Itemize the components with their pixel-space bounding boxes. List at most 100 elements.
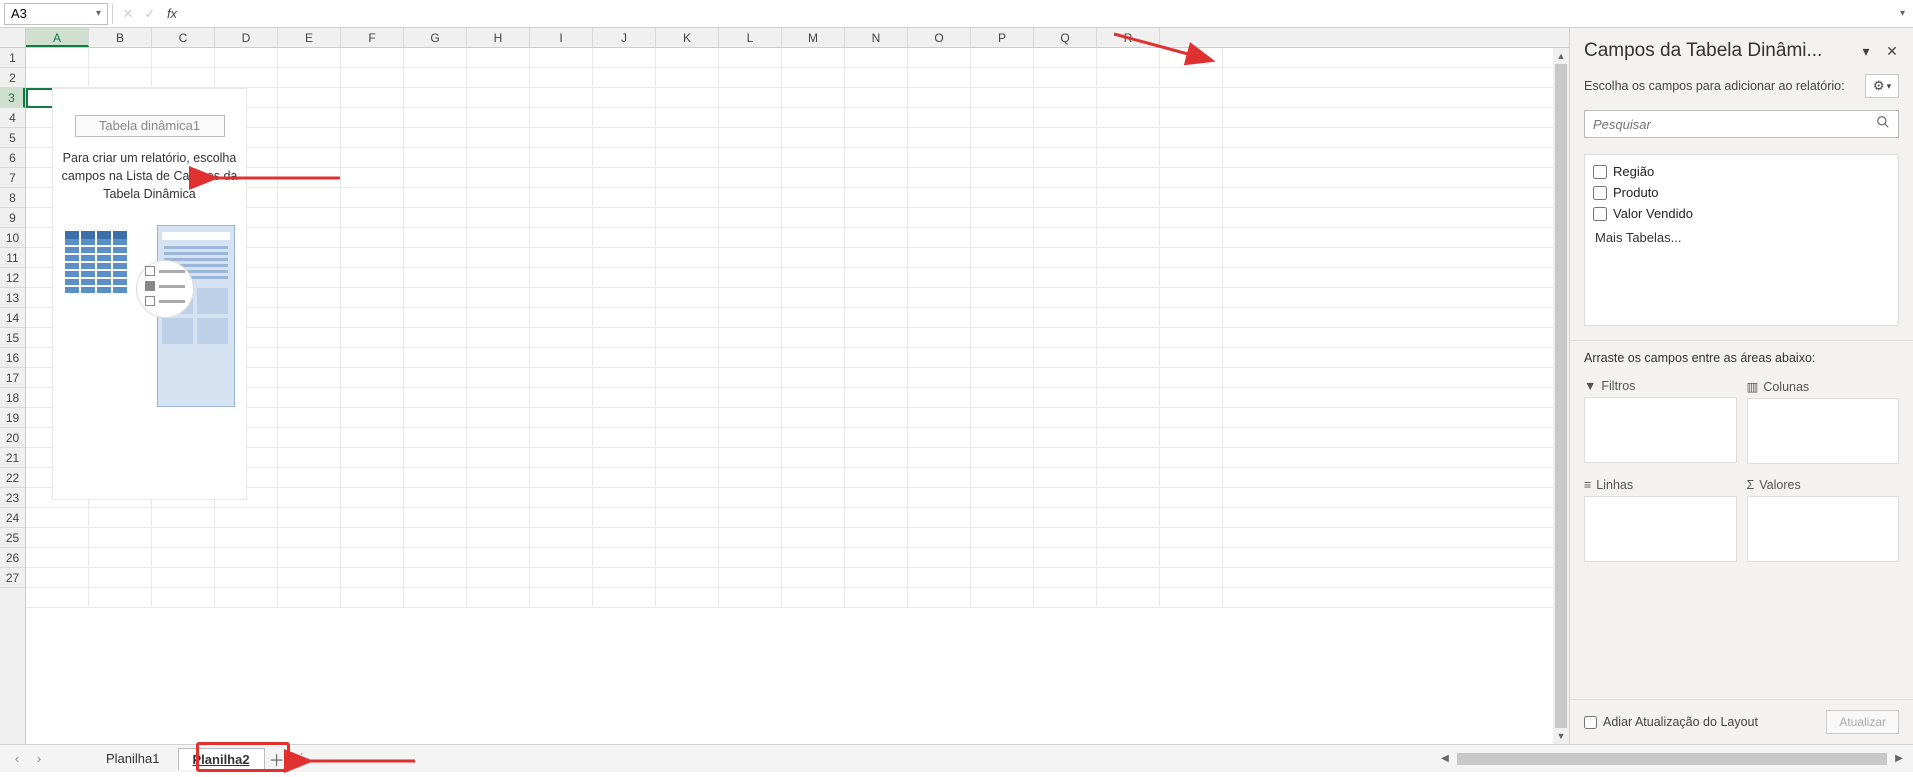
row-header-9[interactable]: 9 (0, 208, 25, 228)
column-header-j[interactable]: J (593, 28, 656, 47)
row-header-2[interactable]: 2 (0, 68, 25, 88)
drop-area-values[interactable]: ΣValores (1747, 474, 1900, 562)
column-header-f[interactable]: F (341, 28, 404, 47)
vertical-scroll-thumb[interactable] (1555, 64, 1567, 728)
scroll-left-button[interactable]: ◀ (1437, 753, 1453, 764)
update-button[interactable]: Atualizar (1826, 710, 1899, 734)
row-header-26[interactable]: 26 (0, 548, 25, 568)
column-header-l[interactable]: L (719, 28, 782, 47)
row-header-24[interactable]: 24 (0, 508, 25, 528)
row-header-17[interactable]: 17 (0, 368, 25, 388)
field-item-regiao[interactable]: Região (1593, 161, 1890, 182)
panel-layout-options-button[interactable]: ⚙▾ (1865, 74, 1899, 98)
scroll-right-button[interactable]: ▶ (1891, 753, 1907, 764)
field-checkbox[interactable] (1593, 186, 1607, 200)
row-header-7[interactable]: 7 (0, 168, 25, 188)
field-item-valor-vendido[interactable]: Valor Vendido (1593, 203, 1890, 224)
row-header-23[interactable]: 23 (0, 488, 25, 508)
cancel-formula-button[interactable]: ✕ (117, 3, 139, 25)
new-sheet-button[interactable]: ＋ (267, 747, 287, 771)
expand-formula-bar-button[interactable]: ▾ (1900, 8, 1905, 19)
row-header-22[interactable]: 22 (0, 468, 25, 488)
rows-icon: ≡ (1584, 478, 1591, 492)
row-header-25[interactable]: 25 (0, 528, 25, 548)
scroll-up-button[interactable]: ▲ (1553, 48, 1569, 64)
column-header-o[interactable]: O (908, 28, 971, 47)
row-header-3[interactable]: 3 (0, 88, 25, 108)
sheet-tab-menu-button[interactable]: ⋮ (287, 750, 317, 767)
column-header-m[interactable]: M (782, 28, 845, 47)
pivot-fields-panel: Campos da Tabela Dinâmi... ▾ ✕ Escolha o… (1569, 28, 1913, 744)
field-checkbox[interactable] (1593, 207, 1607, 221)
column-header-c[interactable]: C (152, 28, 215, 47)
defer-layout-checkbox[interactable] (1584, 716, 1597, 729)
horizontal-scrollbar[interactable]: ◀ ▶ (1437, 753, 1907, 765)
column-header-a[interactable]: A (26, 28, 89, 47)
row-header-4[interactable]: 4 (0, 108, 25, 128)
separator (112, 4, 113, 24)
column-header-e[interactable]: E (278, 28, 341, 47)
row-header-5[interactable]: 5 (0, 128, 25, 148)
formula-input[interactable] (183, 3, 1900, 25)
row-header-11[interactable]: 11 (0, 248, 25, 268)
row-header-20[interactable]: 20 (0, 428, 25, 448)
chevron-down-icon[interactable]: ▾ (96, 8, 101, 19)
row-header-27[interactable]: 27 (0, 568, 25, 588)
prev-sheet-button[interactable]: ‹ (6, 751, 28, 766)
row-header-15[interactable]: 15 (0, 328, 25, 348)
row-header-12[interactable]: 12 (0, 268, 25, 288)
column-header-i[interactable]: I (530, 28, 593, 47)
row-header-21[interactable]: 21 (0, 448, 25, 468)
pivot-placeholder-illustration (65, 225, 235, 415)
accept-formula-button[interactable]: ✓ (139, 3, 161, 25)
drop-area-rows[interactable]: ≡ Linhas (1584, 474, 1737, 562)
column-header-p[interactable]: P (971, 28, 1034, 47)
spreadsheet-grid[interactable]: ABCDEFGHIJKLMNOPQR 123456789101112131415… (0, 28, 1569, 744)
name-box[interactable]: A3 ▾ (4, 3, 108, 25)
vertical-scrollbar[interactable]: ▲ ▼ (1553, 48, 1569, 744)
row-header-19[interactable]: 19 (0, 408, 25, 428)
row-header-18[interactable]: 18 (0, 388, 25, 408)
field-item-produto[interactable]: Produto (1593, 182, 1890, 203)
row-header-6[interactable]: 6 (0, 148, 25, 168)
next-sheet-button[interactable]: › (28, 751, 50, 766)
sheet-tab-bar: ‹ › Planilha1 Planilha2 ＋ ⋮ ◀ ▶ (0, 744, 1913, 772)
column-header-h[interactable]: H (467, 28, 530, 47)
scroll-down-button[interactable]: ▼ (1553, 728, 1569, 744)
row-header-1[interactable]: 1 (0, 48, 25, 68)
column-header-b[interactable]: B (89, 28, 152, 47)
column-header-d[interactable]: D (215, 28, 278, 47)
panel-title: Campos da Tabela Dinâmi... (1584, 40, 1851, 62)
row-header-13[interactable]: 13 (0, 288, 25, 308)
sheet-tab-planilha1[interactable]: Planilha1 (92, 748, 174, 769)
column-header-n[interactable]: N (845, 28, 908, 47)
columns-icon: ▥ (1747, 379, 1759, 394)
column-header-r[interactable]: R (1097, 28, 1160, 47)
panel-collapse-button[interactable]: ▾ (1855, 40, 1877, 62)
drop-area-columns[interactable]: ▥ Colunas (1747, 375, 1900, 464)
row-header-8[interactable]: 8 (0, 188, 25, 208)
sheet-tab-planilha2[interactable]: Planilha2 (178, 748, 265, 770)
drop-area-filters[interactable]: ▼Filtros (1584, 375, 1737, 464)
select-all-corner[interactable] (0, 28, 26, 47)
column-header-g[interactable]: G (404, 28, 467, 47)
field-search-box[interactable] (1584, 110, 1899, 138)
column-header-k[interactable]: K (656, 28, 719, 47)
row-header-14[interactable]: 14 (0, 308, 25, 328)
sigma-icon: Σ (1747, 478, 1755, 492)
row-header-10[interactable]: 10 (0, 228, 25, 248)
more-tables-link[interactable]: Mais Tabelas... (1593, 224, 1890, 245)
field-search-input[interactable] (1593, 117, 1876, 132)
panel-subtitle: Escolha os campos para adicionar ao rela… (1584, 79, 1845, 93)
field-list: Região Produto Valor Vendido Mais Tabela… (1584, 154, 1899, 326)
column-header-q[interactable]: Q (1034, 28, 1097, 47)
horizontal-scroll-thumb[interactable] (1457, 753, 1887, 765)
field-checkbox[interactable] (1593, 165, 1607, 179)
panel-close-button[interactable]: ✕ (1881, 40, 1903, 62)
pivot-table-placeholder[interactable]: Tabela dinâmica1 Para criar um relatório… (52, 88, 247, 500)
drop-area-label: Colunas (1763, 380, 1809, 394)
row-header-16[interactable]: 16 (0, 348, 25, 368)
fx-button[interactable]: fx (161, 3, 183, 25)
drag-areas-label: Arraste os campos entre as áreas abaixo: (1570, 340, 1913, 375)
drop-area-label: Linhas (1596, 478, 1633, 492)
